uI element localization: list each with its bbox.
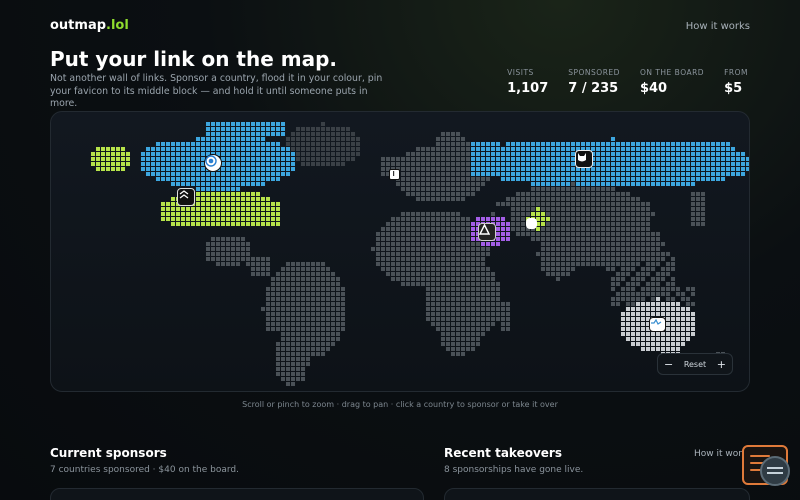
takeovers-list bbox=[444, 488, 750, 500]
stat-on-board: ON THE BOARD $40 bbox=[640, 68, 704, 96]
stat-label: VISITS bbox=[507, 68, 534, 77]
wave-icon[interactable] bbox=[649, 317, 666, 332]
takeovers-title: Recent takeovers bbox=[444, 446, 562, 460]
sponsors-list bbox=[50, 488, 424, 500]
blank-icon[interactable] bbox=[526, 218, 537, 229]
world-map[interactable]: − Reset + bbox=[50, 111, 750, 392]
stats-bar: VISITS 1,107 SPONSORED 7 / 235 ON THE BO… bbox=[487, 68, 748, 96]
brand-tld: .lol bbox=[106, 18, 129, 33]
stat-sponsored: SPONSORED 7 / 235 bbox=[568, 68, 620, 96]
target-icon[interactable] bbox=[204, 154, 222, 172]
stat-visits: VISITS 1,107 bbox=[507, 68, 548, 96]
top-bar: outmap.lol How it works bbox=[50, 18, 750, 38]
avatar-line bbox=[767, 472, 783, 474]
assistant-avatar-icon[interactable] bbox=[760, 456, 790, 486]
sponsors-subtitle: 7 countries sponsored · $40 on the board… bbox=[50, 465, 239, 475]
triangle-icon[interactable] bbox=[478, 223, 496, 241]
world-map-grid[interactable] bbox=[51, 112, 750, 392]
stat-label: FROM bbox=[724, 68, 748, 77]
page-title: Put your link on the map. bbox=[50, 47, 337, 71]
stat-value: 7 / 235 bbox=[568, 81, 619, 96]
stat-value: $5 bbox=[724, 81, 743, 96]
map-hint: Scroll or pinch to zoom · drag to pan · … bbox=[242, 400, 558, 409]
chevrons-icon[interactable] bbox=[177, 188, 195, 206]
page-subtitle: Not another wall of links. Sponsor a cou… bbox=[50, 73, 383, 109]
brand-name: outmap bbox=[50, 18, 107, 33]
stat-label: ON THE BOARD bbox=[639, 68, 705, 77]
reset-button[interactable]: Reset bbox=[684, 360, 706, 369]
brand-logo[interactable]: outmap.lol bbox=[50, 18, 129, 33]
cat-icon[interactable] bbox=[575, 150, 593, 168]
how-it-works-link[interactable]: How it works bbox=[686, 21, 750, 32]
zoom-out-button[interactable]: − bbox=[664, 358, 673, 371]
info-icon[interactable] bbox=[389, 169, 400, 180]
takeovers-subtitle: 8 sponsorships have gone live. bbox=[444, 465, 584, 475]
zoom-controls: − Reset + bbox=[657, 353, 733, 375]
zoom-in-button[interactable]: + bbox=[717, 358, 726, 371]
stat-value: 1,107 bbox=[507, 81, 549, 96]
sponsors-title: Current sponsors bbox=[50, 446, 167, 460]
avatar-line bbox=[767, 467, 783, 469]
stat-value: $40 bbox=[639, 81, 668, 96]
stat-label: SPONSORED bbox=[568, 68, 620, 77]
stat-from: FROM $5 bbox=[724, 68, 748, 96]
widget-line bbox=[750, 455, 770, 457]
